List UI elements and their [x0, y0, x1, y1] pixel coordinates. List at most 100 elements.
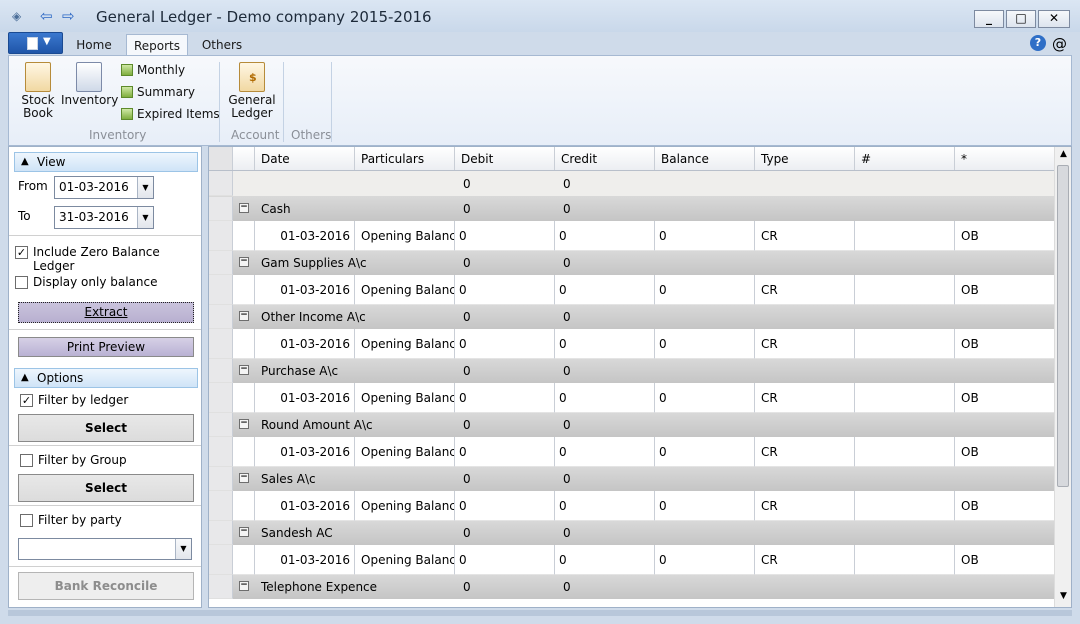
row-selector[interactable] [209, 575, 233, 599]
ledger-row[interactable]: 01-03-2016 Opening Balance 0 0 0 CR OB [209, 221, 1055, 251]
ledger-row[interactable]: 01-03-2016 Opening Balance 0 0 0 CR OB [209, 437, 1055, 467]
column-header-credit[interactable]: Credit [555, 147, 655, 170]
cell-date[interactable]: 01-03-2016 [255, 275, 355, 305]
cell-debit[interactable]: 0 [455, 221, 555, 251]
cell-balance[interactable]: 0 [655, 221, 755, 251]
monthly-button[interactable]: Monthly [121, 61, 185, 79]
collapse-icon[interactable]: − [239, 581, 249, 591]
scroll-thumb[interactable] [1057, 165, 1069, 487]
group-row[interactable]: − Other Income A\c 0 0 [209, 305, 1055, 329]
cell-balance[interactable]: 0 [655, 383, 755, 413]
help-icon[interactable]: ? [1030, 35, 1046, 51]
to-date-field[interactable]: 31-03-2016 ▼ [54, 206, 154, 229]
cell-particulars[interactable]: Opening Balance [355, 329, 455, 359]
cell-debit[interactable]: 0 [455, 437, 555, 467]
extract-button[interactable]: Extract [18, 302, 194, 323]
column-header-hash[interactable]: # [855, 147, 955, 170]
display-only-balance-checkbox[interactable] [15, 276, 28, 289]
cell-debit[interactable]: 0 [455, 329, 555, 359]
print-preview-button[interactable]: Print Preview [18, 337, 194, 357]
ledger-row[interactable]: 01-03-2016 Opening Balance 0 0 0 CR OB [209, 329, 1055, 359]
inventory-button[interactable]: Inventory [61, 62, 118, 107]
row-selector[interactable] [209, 545, 233, 575]
column-header-debit[interactable]: Debit [455, 147, 555, 170]
cell-type[interactable]: CR [755, 275, 855, 305]
cell-credit[interactable]: 0 [555, 221, 655, 251]
group-row[interactable]: − Purchase A\c 0 0 [209, 359, 1055, 383]
select-group-button[interactable]: Select [18, 474, 194, 502]
row-selector[interactable] [209, 329, 233, 359]
cell-date[interactable]: 01-03-2016 [255, 329, 355, 359]
cell-date[interactable]: 01-03-2016 [255, 545, 355, 575]
cell-star[interactable]: OB [955, 545, 1055, 575]
ledger-row[interactable]: 01-03-2016 Opening Balance 0 0 0 CR OB [209, 545, 1055, 575]
tab-home[interactable]: Home [72, 34, 116, 56]
bank-reconcile-button[interactable]: Bank Reconcile [18, 572, 194, 600]
cell-particulars[interactable]: Opening Balance [355, 545, 455, 575]
from-date-field[interactable]: 01-03-2016 ▼ [54, 176, 154, 199]
dropdown-arrow-icon[interactable]: ▼ [137, 207, 153, 228]
tab-others[interactable]: Others [198, 34, 246, 56]
group-row[interactable]: − Sales A\c 0 0 [209, 467, 1055, 491]
row-selector[interactable] [209, 197, 233, 221]
cell-hash[interactable] [855, 275, 955, 305]
cell-debit[interactable]: 0 [455, 491, 555, 521]
cell-star[interactable]: OB [955, 221, 1055, 251]
cell-star[interactable]: OB [955, 437, 1055, 467]
maximize-button[interactable]: □ [1006, 10, 1036, 28]
ledger-row[interactable]: 01-03-2016 Opening Balance 0 0 0 CR OB [209, 491, 1055, 521]
collapse-icon[interactable]: − [239, 365, 249, 375]
cell-type[interactable]: CR [755, 383, 855, 413]
cell-type[interactable]: CR [755, 437, 855, 467]
column-header-star[interactable]: * [955, 147, 1055, 170]
cell-date[interactable]: 01-03-2016 [255, 491, 355, 521]
collapse-icon[interactable]: − [239, 473, 249, 483]
cell-type[interactable]: CR [755, 221, 855, 251]
summary-button[interactable]: Summary [121, 83, 195, 101]
group-row[interactable]: − Gam Supplies A\c 0 0 [209, 251, 1055, 275]
row-selector[interactable] [209, 491, 233, 521]
row-selector[interactable] [209, 413, 233, 437]
select-ledger-button[interactable]: Select [18, 414, 194, 442]
row-selector[interactable] [209, 359, 233, 383]
cell-particulars[interactable]: Opening Balance [355, 221, 455, 251]
at-icon[interactable]: @ [1052, 35, 1067, 53]
options-section-header[interactable]: ▲ Options [14, 368, 198, 388]
cell-hash[interactable] [855, 221, 955, 251]
include-zero-checkbox[interactable]: ✓ [15, 246, 28, 259]
column-header-particulars[interactable]: Particulars [355, 147, 455, 170]
scroll-down-icon[interactable]: ▼ [1055, 591, 1071, 601]
cell-star[interactable]: OB [955, 491, 1055, 521]
cell-date[interactable]: 01-03-2016 [255, 221, 355, 251]
cell-balance[interactable]: 0 [655, 329, 755, 359]
group-row[interactable]: − Cash 0 0 [209, 197, 1055, 221]
row-selector[interactable] [209, 171, 233, 196]
ledger-row[interactable]: 01-03-2016 Opening Balance 0 0 0 CR OB [209, 275, 1055, 305]
stock-book-button[interactable]: Stock Book [17, 62, 59, 120]
cell-type[interactable]: CR [755, 545, 855, 575]
cell-debit[interactable]: 0 [455, 275, 555, 305]
row-selector[interactable] [209, 383, 233, 413]
collapse-icon[interactable]: − [239, 419, 249, 429]
column-header-balance[interactable]: Balance [655, 147, 755, 170]
cell-debit[interactable]: 0 [455, 545, 555, 575]
filter-ledger-checkbox[interactable]: ✓ [20, 394, 33, 407]
cell-star[interactable]: OB [955, 383, 1055, 413]
view-section-header[interactable]: ▲ View [14, 152, 198, 172]
cell-particulars[interactable]: Opening Balance [355, 437, 455, 467]
back-icon[interactable]: ⇦ [40, 8, 53, 24]
cell-particulars[interactable]: Opening Balance [355, 491, 455, 521]
collapse-icon[interactable]: − [239, 203, 249, 213]
group-row[interactable]: − Round Amount A\c 0 0 [209, 413, 1055, 437]
cell-hash[interactable] [855, 491, 955, 521]
scroll-up-icon[interactable]: ▲ [1055, 149, 1071, 159]
cell-hash[interactable] [855, 383, 955, 413]
filter-group-checkbox[interactable] [20, 454, 33, 467]
cell-date[interactable]: 01-03-2016 [255, 437, 355, 467]
collapse-icon[interactable]: − [239, 311, 249, 321]
tab-reports[interactable]: Reports [126, 34, 188, 56]
dropdown-arrow-icon[interactable]: ▼ [137, 177, 153, 198]
close-button[interactable]: ✕ [1038, 10, 1070, 28]
cell-star[interactable]: OB [955, 275, 1055, 305]
group-row[interactable]: − Sandesh AC 0 0 [209, 521, 1055, 545]
